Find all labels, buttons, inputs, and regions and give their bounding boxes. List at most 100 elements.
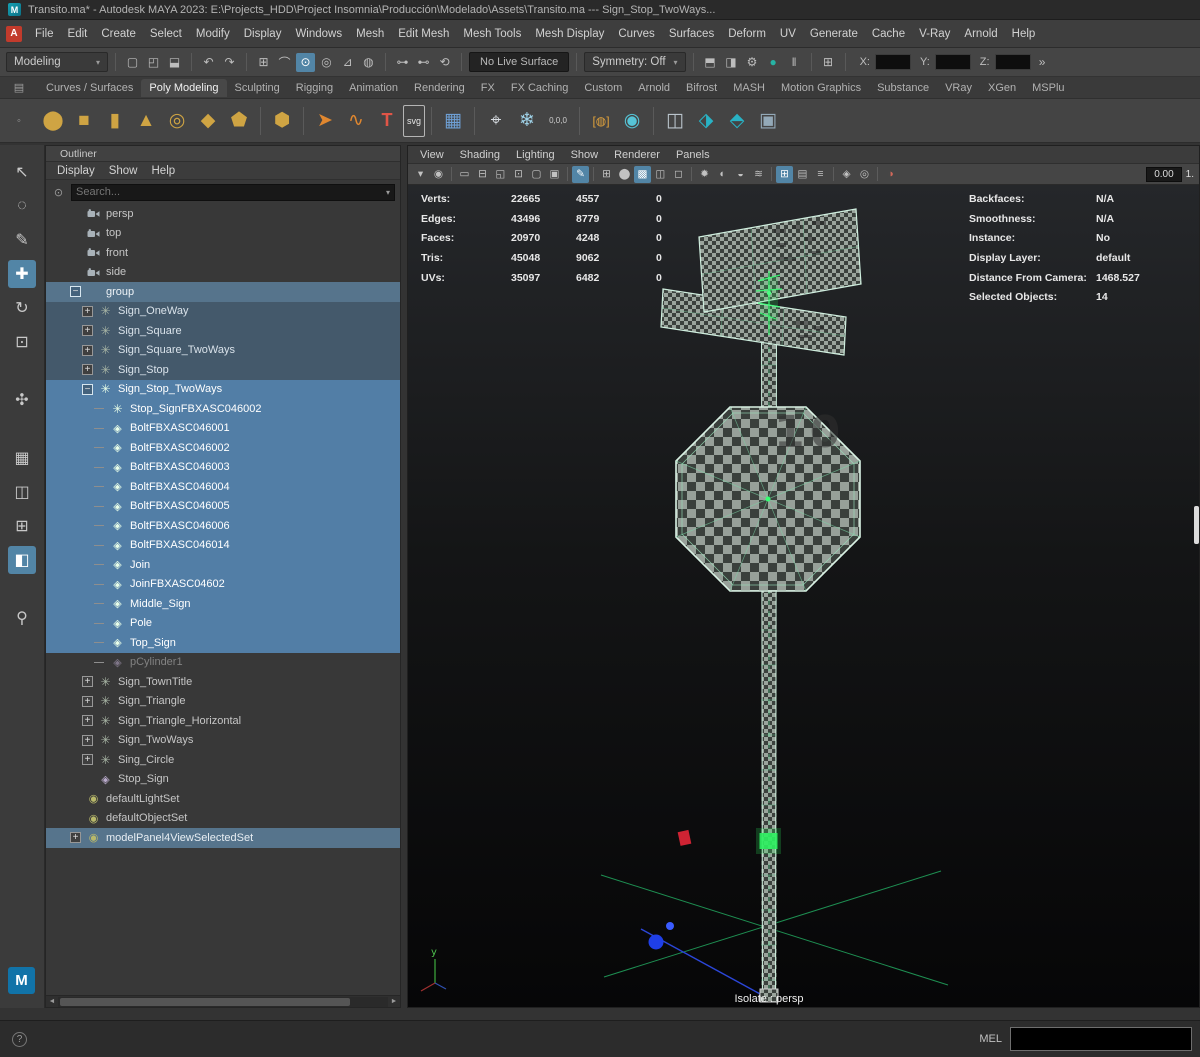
- outliner-item-sign-towntitle[interactable]: + ✳ Sign_TownTitle: [46, 672, 400, 692]
- grid-options-icon[interactable]: ⊞: [819, 53, 838, 72]
- shelf-tab-substance[interactable]: Substance: [869, 79, 937, 97]
- poly-cylinder-icon[interactable]: ▮: [100, 105, 130, 137]
- menu-set-selector[interactable]: Modeling ▾: [6, 52, 108, 72]
- outliner-item-stop-signfbxasc046002[interactable]: ✳ Stop_SignFBXASC046002: [46, 399, 400, 419]
- menu-deform[interactable]: Deform: [721, 24, 773, 44]
- hud-display-icon[interactable]: ▤: [794, 166, 811, 183]
- shelf-tab-msplu[interactable]: MSPlu: [1024, 79, 1072, 97]
- render-current-frame-icon[interactable]: ⬒: [701, 53, 720, 72]
- exposure-icon[interactable]: ◑: [882, 166, 899, 183]
- snap-curve-icon[interactable]: ⌒: [275, 53, 294, 72]
- maya-menu-logo-icon[interactable]: A: [6, 25, 22, 42]
- paint-selection-icon[interactable]: [◍]: [586, 105, 616, 137]
- resolution-gate-icon[interactable]: ⊟: [474, 166, 491, 183]
- poly-pyramid-icon[interactable]: ⬟: [224, 105, 254, 137]
- snap-plane-icon[interactable]: ⊿: [338, 53, 357, 72]
- isolate-select-icon[interactable]: ✎: [572, 165, 589, 183]
- outliner-menu-help[interactable]: Help: [145, 161, 183, 181]
- chevron-down-icon[interactable]: ▾: [386, 188, 390, 197]
- outliner-item-sign-oneway[interactable]: + ✳ Sign_OneWay: [46, 301, 400, 321]
- menu-file[interactable]: File: [28, 24, 61, 44]
- expand-icon[interactable]: +: [82, 305, 93, 317]
- shelf-tab-poly-modeling[interactable]: Poly Modeling: [141, 78, 227, 97]
- help-icon[interactable]: ?: [12, 1031, 27, 1047]
- mel-command-input[interactable]: [1010, 1027, 1192, 1051]
- search-input[interactable]: [76, 186, 386, 198]
- outliner-item-defaultobjectset[interactable]: ◉ defaultObjectSet: [46, 809, 400, 829]
- render-settings-icon[interactable]: ⚙: [743, 53, 762, 72]
- ipr-render-icon[interactable]: ◨: [722, 53, 741, 72]
- boolean-icon[interactable]: ▣: [753, 105, 783, 137]
- mirror-geometry-icon[interactable]: ◫: [660, 105, 690, 137]
- poly-cone-icon[interactable]: ▲: [131, 105, 161, 137]
- menu-mesh-display[interactable]: Mesh Display: [528, 24, 611, 44]
- zero-transform-icon[interactable]: 0,0,0: [543, 105, 573, 137]
- exposure-value[interactable]: 0.00: [1146, 166, 1182, 182]
- viewport-menu-panels[interactable]: Panels: [668, 147, 718, 163]
- outliner-item-middle-sign[interactable]: ◈ Middle_Sign: [46, 594, 400, 614]
- outliner-item-front[interactable]: front: [46, 243, 400, 263]
- uv-editor-icon[interactable]: ▦: [438, 105, 468, 137]
- ambient-occlusion-icon[interactable]: ◒: [732, 166, 749, 183]
- menu-mesh[interactable]: Mesh: [349, 24, 391, 44]
- status-line-expand-icon[interactable]: »: [1033, 53, 1052, 72]
- shelf-tab-vray[interactable]: VRay: [937, 79, 980, 97]
- viewport-menu-renderer[interactable]: Renderer: [606, 147, 668, 163]
- menu-windows[interactable]: Windows: [288, 24, 349, 44]
- svg-tool-icon[interactable]: svg: [403, 104, 426, 137]
- use-default-material-icon[interactable]: ◫: [652, 166, 669, 183]
- motion-blur-icon[interactable]: ≋: [750, 166, 767, 183]
- shelf-tab-bifrost[interactable]: Bifrost: [678, 79, 725, 97]
- input-connections-icon[interactable]: ⊶: [393, 53, 412, 72]
- shelf-tab-custom[interactable]: Custom: [576, 79, 630, 97]
- lasso-tool-icon[interactable]: ◌: [8, 192, 36, 220]
- scroll-left-icon[interactable]: ◄: [46, 998, 58, 1005]
- live-surface-field[interactable]: No Live Surface: [469, 52, 570, 72]
- zoom-tool-icon[interactable]: ⚲: [8, 604, 36, 632]
- outliner-item-pcylinder1[interactable]: ◈ pCylinder1: [46, 653, 400, 673]
- outliner-item-sing-circle[interactable]: + ✳ Sing_Circle: [46, 750, 400, 770]
- outliner-item-modelpanel4viewselectedset[interactable]: + ◉ modelPanel4ViewSelectedSet: [46, 828, 400, 848]
- expand-icon[interactable]: +: [82, 695, 93, 707]
- move-tool-icon[interactable]: ✚: [8, 260, 36, 288]
- outliner-item-pole[interactable]: ◈ Pole: [46, 613, 400, 633]
- menu-select[interactable]: Select: [143, 24, 189, 44]
- open-scene-icon[interactable]: ◰: [144, 53, 163, 72]
- separate-icon[interactable]: ⬘: [722, 105, 752, 137]
- menu-edit-mesh[interactable]: Edit Mesh: [391, 24, 456, 44]
- camera-lock-icon[interactable]: ◉: [430, 166, 447, 183]
- outliner-item-boltfbxasc046004[interactable]: ◈ BoltFBXASC046004: [46, 477, 400, 497]
- outliner-item-top-sign[interactable]: ◈ Top_Sign: [46, 633, 400, 653]
- shelf-options-icon[interactable]: ◦: [0, 115, 38, 127]
- xray-icon[interactable]: ◻: [670, 166, 687, 183]
- outliner-item-sign-triangle[interactable]: + ✳ Sign_Triangle: [46, 692, 400, 712]
- outliner-item-sign-stop[interactable]: + ✳ Sign_Stop: [46, 360, 400, 380]
- shelf-tab-xgen[interactable]: XGen: [980, 79, 1024, 97]
- collapse-icon[interactable]: −: [82, 383, 93, 395]
- scale-tool-icon[interactable]: ⊡: [8, 328, 36, 356]
- lighting-icon[interactable]: ✹: [696, 166, 713, 183]
- outliner-hscrollbar[interactable]: ◄ ►: [46, 995, 400, 1007]
- stereo-icon[interactable]: ◎: [856, 166, 873, 183]
- menu-modify[interactable]: Modify: [189, 24, 237, 44]
- menu-create[interactable]: Create: [94, 24, 143, 44]
- combine-icon[interactable]: ⬗: [691, 105, 721, 137]
- shelf-tab-fx[interactable]: FX: [473, 79, 503, 97]
- snap-together-icon[interactable]: ❄: [512, 105, 542, 137]
- snap-grid-icon[interactable]: ⊞: [254, 53, 273, 72]
- menu-curves[interactable]: Curves: [611, 24, 661, 44]
- paint-select-tool-icon[interactable]: ✎: [8, 226, 36, 254]
- y-coordinate-input[interactable]: [934, 54, 971, 70]
- viewport-menu-view[interactable]: View: [412, 147, 452, 163]
- outliner-menu-display[interactable]: Display: [50, 161, 102, 181]
- expand-icon[interactable]: +: [82, 715, 93, 727]
- menu-cache[interactable]: Cache: [865, 24, 912, 44]
- outliner-item-sign-square[interactable]: + ✳ Sign_Square: [46, 321, 400, 341]
- viewport-menu-shading[interactable]: Shading: [452, 147, 508, 163]
- menu-uv[interactable]: UV: [773, 24, 803, 44]
- expand-icon[interactable]: +: [82, 734, 93, 746]
- z-coordinate-input[interactable]: [994, 54, 1031, 70]
- filter-icon[interactable]: ⊙: [51, 186, 66, 199]
- pencil-curve-icon[interactable]: ∿: [341, 105, 371, 137]
- film-gate-icon[interactable]: ▭: [456, 166, 473, 183]
